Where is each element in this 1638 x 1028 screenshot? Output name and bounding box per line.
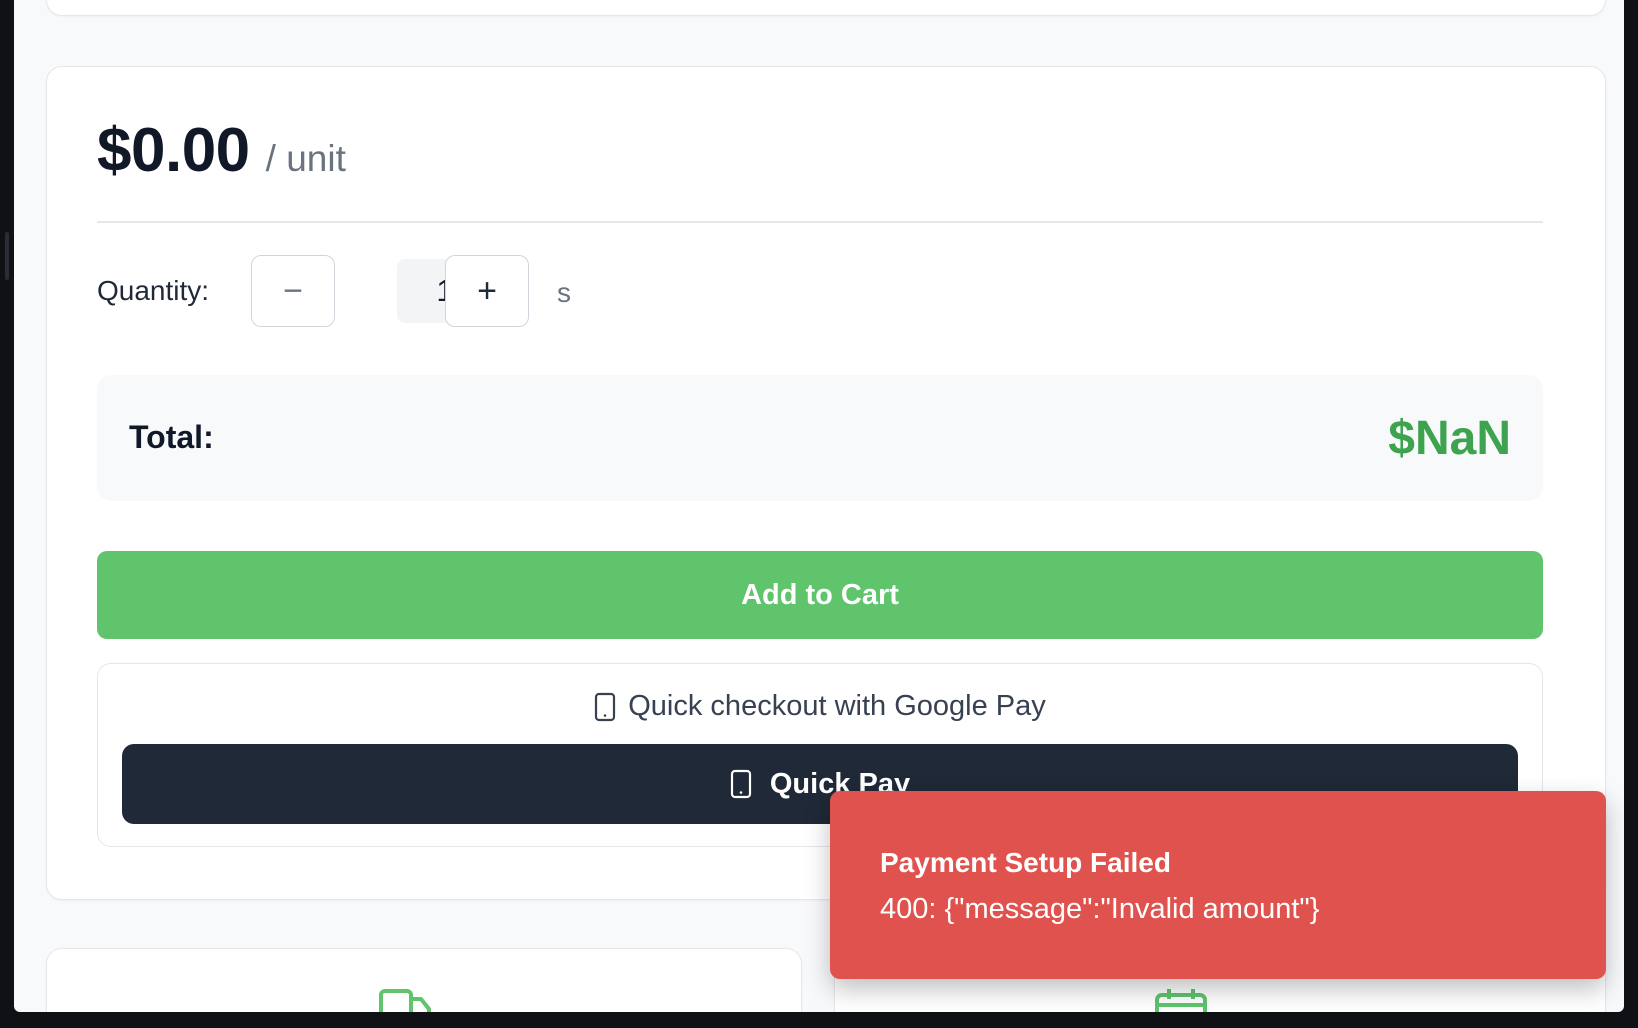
previous-card xyxy=(46,0,1606,16)
total-label: Total: xyxy=(129,419,214,455)
unit-price: $0.00 xyxy=(97,116,250,185)
price-row: $0.00 / unit xyxy=(97,115,346,186)
quantity-suffix: s xyxy=(557,277,571,308)
minus-icon: − xyxy=(283,271,303,310)
add-to-cart-button[interactable]: Add to Cart xyxy=(97,551,1543,639)
calendar-icon xyxy=(1155,989,1207,1012)
smartphone-icon xyxy=(595,692,616,721)
page-viewport: $0.00 / unit Quantity: − + s Total: $NaN… xyxy=(14,0,1624,1012)
decrement-button[interactable]: − xyxy=(251,255,335,327)
feature-card-shipping xyxy=(46,948,802,1012)
quick-checkout-text: Quick checkout with Google Pay xyxy=(628,690,1046,722)
quick-checkout-caption: Quick checkout with Google Pay xyxy=(98,690,1542,723)
total-value: $NaN xyxy=(1388,412,1511,465)
quantity-row: Quantity: − + s xyxy=(97,255,797,327)
unit-label: / unit xyxy=(265,138,346,179)
total-box: Total: $NaN xyxy=(97,375,1543,501)
truck-icon xyxy=(379,989,431,1012)
purchase-card: $0.00 / unit Quantity: − + s Total: $NaN… xyxy=(46,66,1606,900)
divider xyxy=(97,221,1543,223)
increment-button[interactable]: + xyxy=(445,255,529,327)
quantity-label: Quantity: xyxy=(97,275,210,306)
smartphone-icon xyxy=(730,769,751,799)
toast-title: Payment Setup Failed xyxy=(880,847,1171,878)
error-toast[interactable]: Payment Setup Failed 400: {"message":"In… xyxy=(830,791,1606,979)
window-edge-handle xyxy=(5,232,9,280)
toast-message: 400: {"message":"Invalid amount"} xyxy=(880,893,1320,925)
plus-icon: + xyxy=(477,271,497,310)
